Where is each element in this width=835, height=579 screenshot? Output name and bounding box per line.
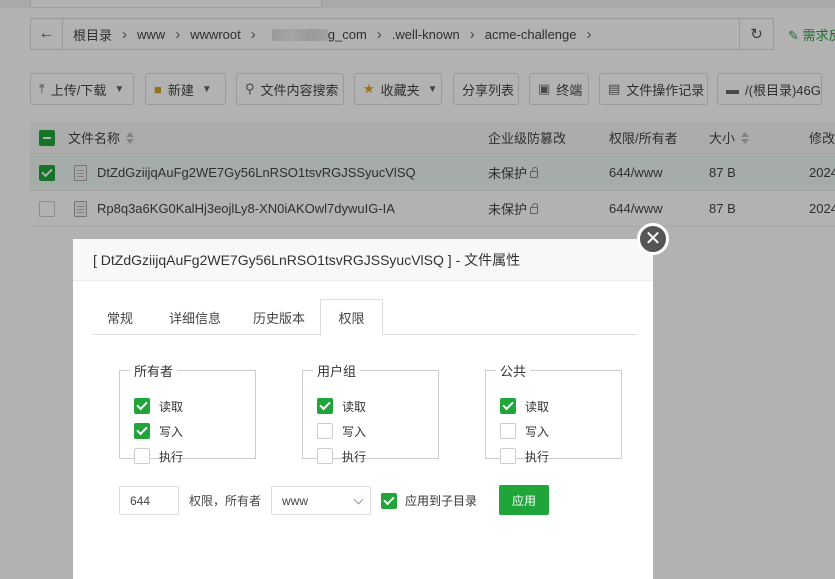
usergroup-write-label: 写入 [342, 424, 367, 439]
usergroup-exec-label: 执行 [342, 449, 367, 464]
checkbox-checked-icon [134, 398, 150, 414]
tab-history[interactable]: 历史版本 [253, 299, 305, 335]
owner-exec-label: 执行 [159, 449, 184, 464]
dialog-tabs: 常规 详细信息 历史版本 权限 [93, 299, 637, 336]
public-exec-checkbox[interactable]: 执行 [500, 447, 549, 465]
permission-mode-input[interactable] [119, 486, 179, 515]
checkbox-checked-icon [317, 398, 333, 414]
usergroup-label: 用户组 [317, 364, 357, 379]
owner-write-label: 写入 [159, 424, 184, 439]
checkbox-checked-icon [134, 423, 150, 439]
public-group-label: 公共 [500, 364, 527, 379]
tab-general[interactable]: 常规 [107, 299, 133, 335]
file-properties-dialog: [ DtZdGziijqAuFg2WE7Gy56LnRSO1tsvRGJSSyu… [73, 239, 653, 579]
checkbox-unchecked-icon [500, 448, 516, 464]
owner-read-label: 读取 [159, 399, 184, 414]
usergroup-permission-group: 用户组 读取 写入 执行 [302, 361, 439, 464]
owner-select[interactable]: www [271, 486, 371, 515]
checkbox-unchecked-icon [500, 423, 516, 439]
owner-read-checkbox[interactable]: 读取 [134, 397, 183, 415]
public-exec-label: 执行 [525, 449, 550, 464]
checkbox-checked-icon [381, 492, 397, 509]
owner-write-checkbox[interactable]: 写入 [134, 422, 183, 440]
usergroup-read-checkbox[interactable]: 读取 [317, 397, 366, 415]
usergroup-read-label: 读取 [342, 399, 367, 414]
owner-permission-group: 所有者 读取 写入 执行 [119, 361, 256, 464]
owner-select-value: www [282, 493, 308, 508]
dialog-title: [ DtZdGziijqAuFg2WE7Gy56LnRSO1tsvRGJSSyu… [73, 239, 653, 281]
apply-subdir-checkbox[interactable]: 应用到子目录 [381, 486, 477, 515]
public-write-label: 写入 [525, 424, 550, 439]
usergroup-write-checkbox[interactable]: 写入 [317, 422, 366, 440]
checkbox-unchecked-icon [317, 423, 333, 439]
public-write-checkbox[interactable]: 写入 [500, 422, 549, 440]
checkbox-checked-icon [500, 398, 516, 414]
public-read-checkbox[interactable]: 读取 [500, 397, 549, 415]
public-permission-group: 公共 读取 写入 执行 [485, 361, 622, 464]
chevron-down-icon [353, 494, 364, 505]
permission-owner-label: 权限，所有者 [189, 494, 262, 508]
owner-exec-checkbox[interactable]: 执行 [134, 447, 183, 465]
owner-group-label: 所有者 [134, 364, 174, 379]
public-read-label: 读取 [525, 399, 550, 414]
tab-permissions[interactable]: 权限 [320, 299, 383, 336]
close-icon[interactable]: ✕ [637, 223, 669, 255]
apply-button[interactable]: 应用 [499, 485, 549, 515]
checkbox-unchecked-icon [317, 448, 333, 464]
checkbox-unchecked-icon [134, 448, 150, 464]
apply-subdir-label: 应用到子目录 [405, 494, 478, 508]
tab-details[interactable]: 详细信息 [169, 299, 221, 335]
usergroup-exec-checkbox[interactable]: 执行 [317, 447, 366, 465]
